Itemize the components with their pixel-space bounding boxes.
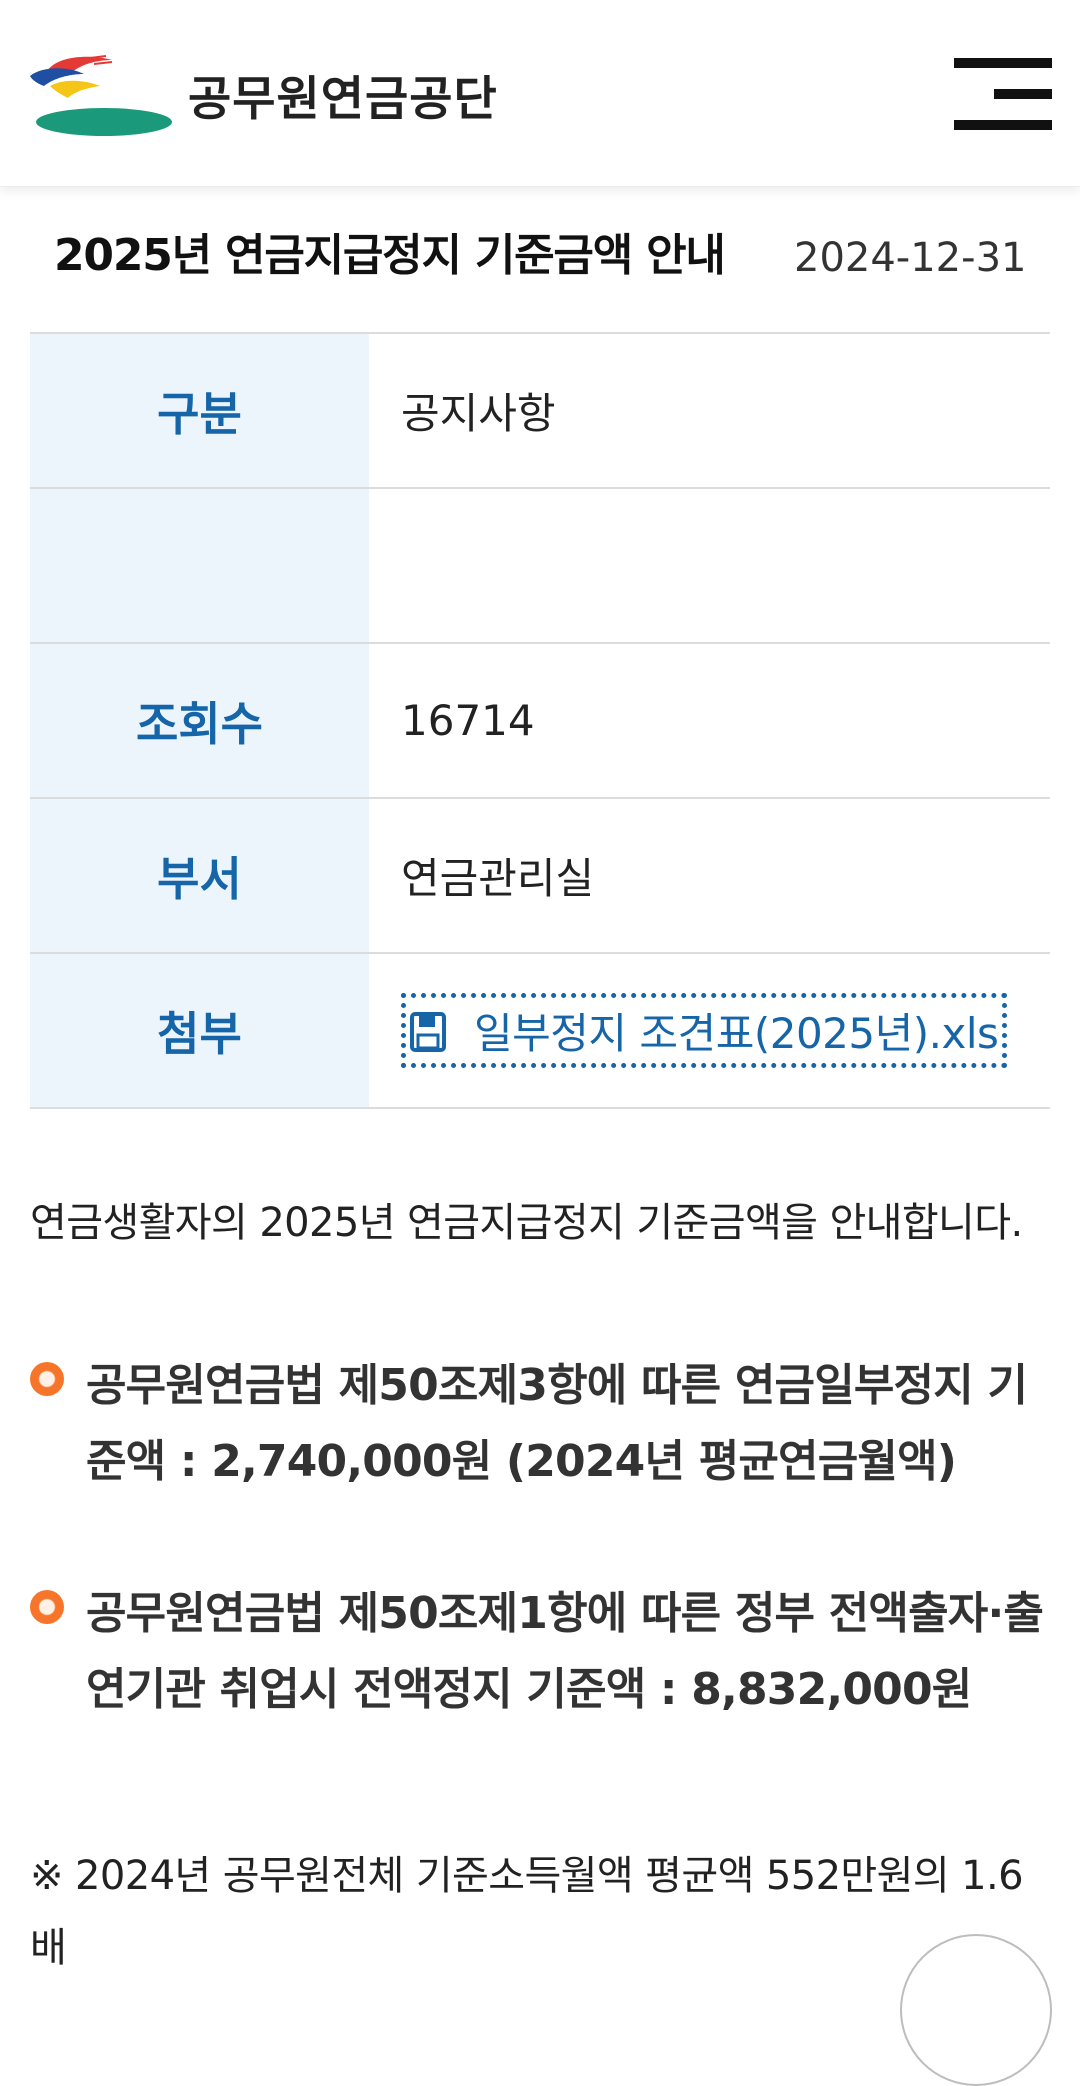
department-value: 연금관리실 — [369, 798, 1050, 954]
intro-text: 연금생활자의 2025년 연금지급정지 기준금액을 안내합니다. — [30, 1200, 1023, 1246]
scroll-top-button[interactable] — [900, 1934, 1052, 2086]
table-row: 구분 공지사항 — [30, 333, 1050, 489]
notice-title: 2025년 연금지급정지 기준금액 안내 — [54, 230, 726, 281]
table-row — [30, 488, 1050, 644]
table-row: 첨부 일부정지 조견표(2025년).xls — [30, 953, 1050, 1109]
department-label: 부서 — [30, 798, 369, 954]
attachment-cell: 일부정지 조견표(2025년).xls — [369, 953, 1050, 1109]
empty-label — [30, 488, 369, 644]
menu-bar-middle — [994, 89, 1052, 99]
attachment-filename: 일부정지 조견표(2025년).xls — [474, 1009, 999, 1058]
category-label: 구분 — [30, 333, 369, 489]
save-disk-icon — [410, 1012, 446, 1052]
menu-bar-top — [954, 58, 1052, 68]
attachment-label: 첨부 — [30, 953, 369, 1109]
site-header: 공무원연금공단 — [0, 0, 1080, 187]
menu-bar-bottom — [954, 120, 1052, 130]
attachment-link[interactable]: 일부정지 조견표(2025년).xls — [401, 993, 1008, 1068]
notice-info-table: 구분 공지사항 조회수 16714 부서 연금관리실 첨부 일부정지 조견표(2… — [30, 332, 1050, 1109]
hamburger-menu-button[interactable] — [952, 56, 1052, 132]
views-label: 조회수 — [30, 643, 369, 799]
footnote: ※ 2024년 공무원전체 기준소득월액 평균액 552만원의 1.6배 — [30, 1853, 1024, 1971]
empty-value — [369, 488, 1050, 644]
bullet-text: 공무원연금법 제50조제3항에 따른 연금일부정지 기준액 : 2,740,00… — [86, 1360, 1028, 1487]
gepps-logo-icon[interactable] — [28, 52, 178, 138]
category-value: 공지사항 — [369, 333, 1050, 489]
notice-date: 2024-12-31 — [794, 235, 1027, 281]
brand-name[interactable]: 공무원연금공단 — [188, 70, 498, 130]
orange-circle-bullet-icon — [30, 1590, 64, 1624]
orange-circle-bullet-icon — [30, 1362, 64, 1396]
bullet-text: 공무원연금법 제50조제1항에 따른 정부 전액출자·출연기관 취업시 전액정지… — [86, 1588, 1044, 1715]
table-row: 조회수 16714 — [30, 643, 1050, 799]
views-value: 16714 — [369, 643, 1050, 799]
table-row: 부서 연금관리실 — [30, 798, 1050, 954]
